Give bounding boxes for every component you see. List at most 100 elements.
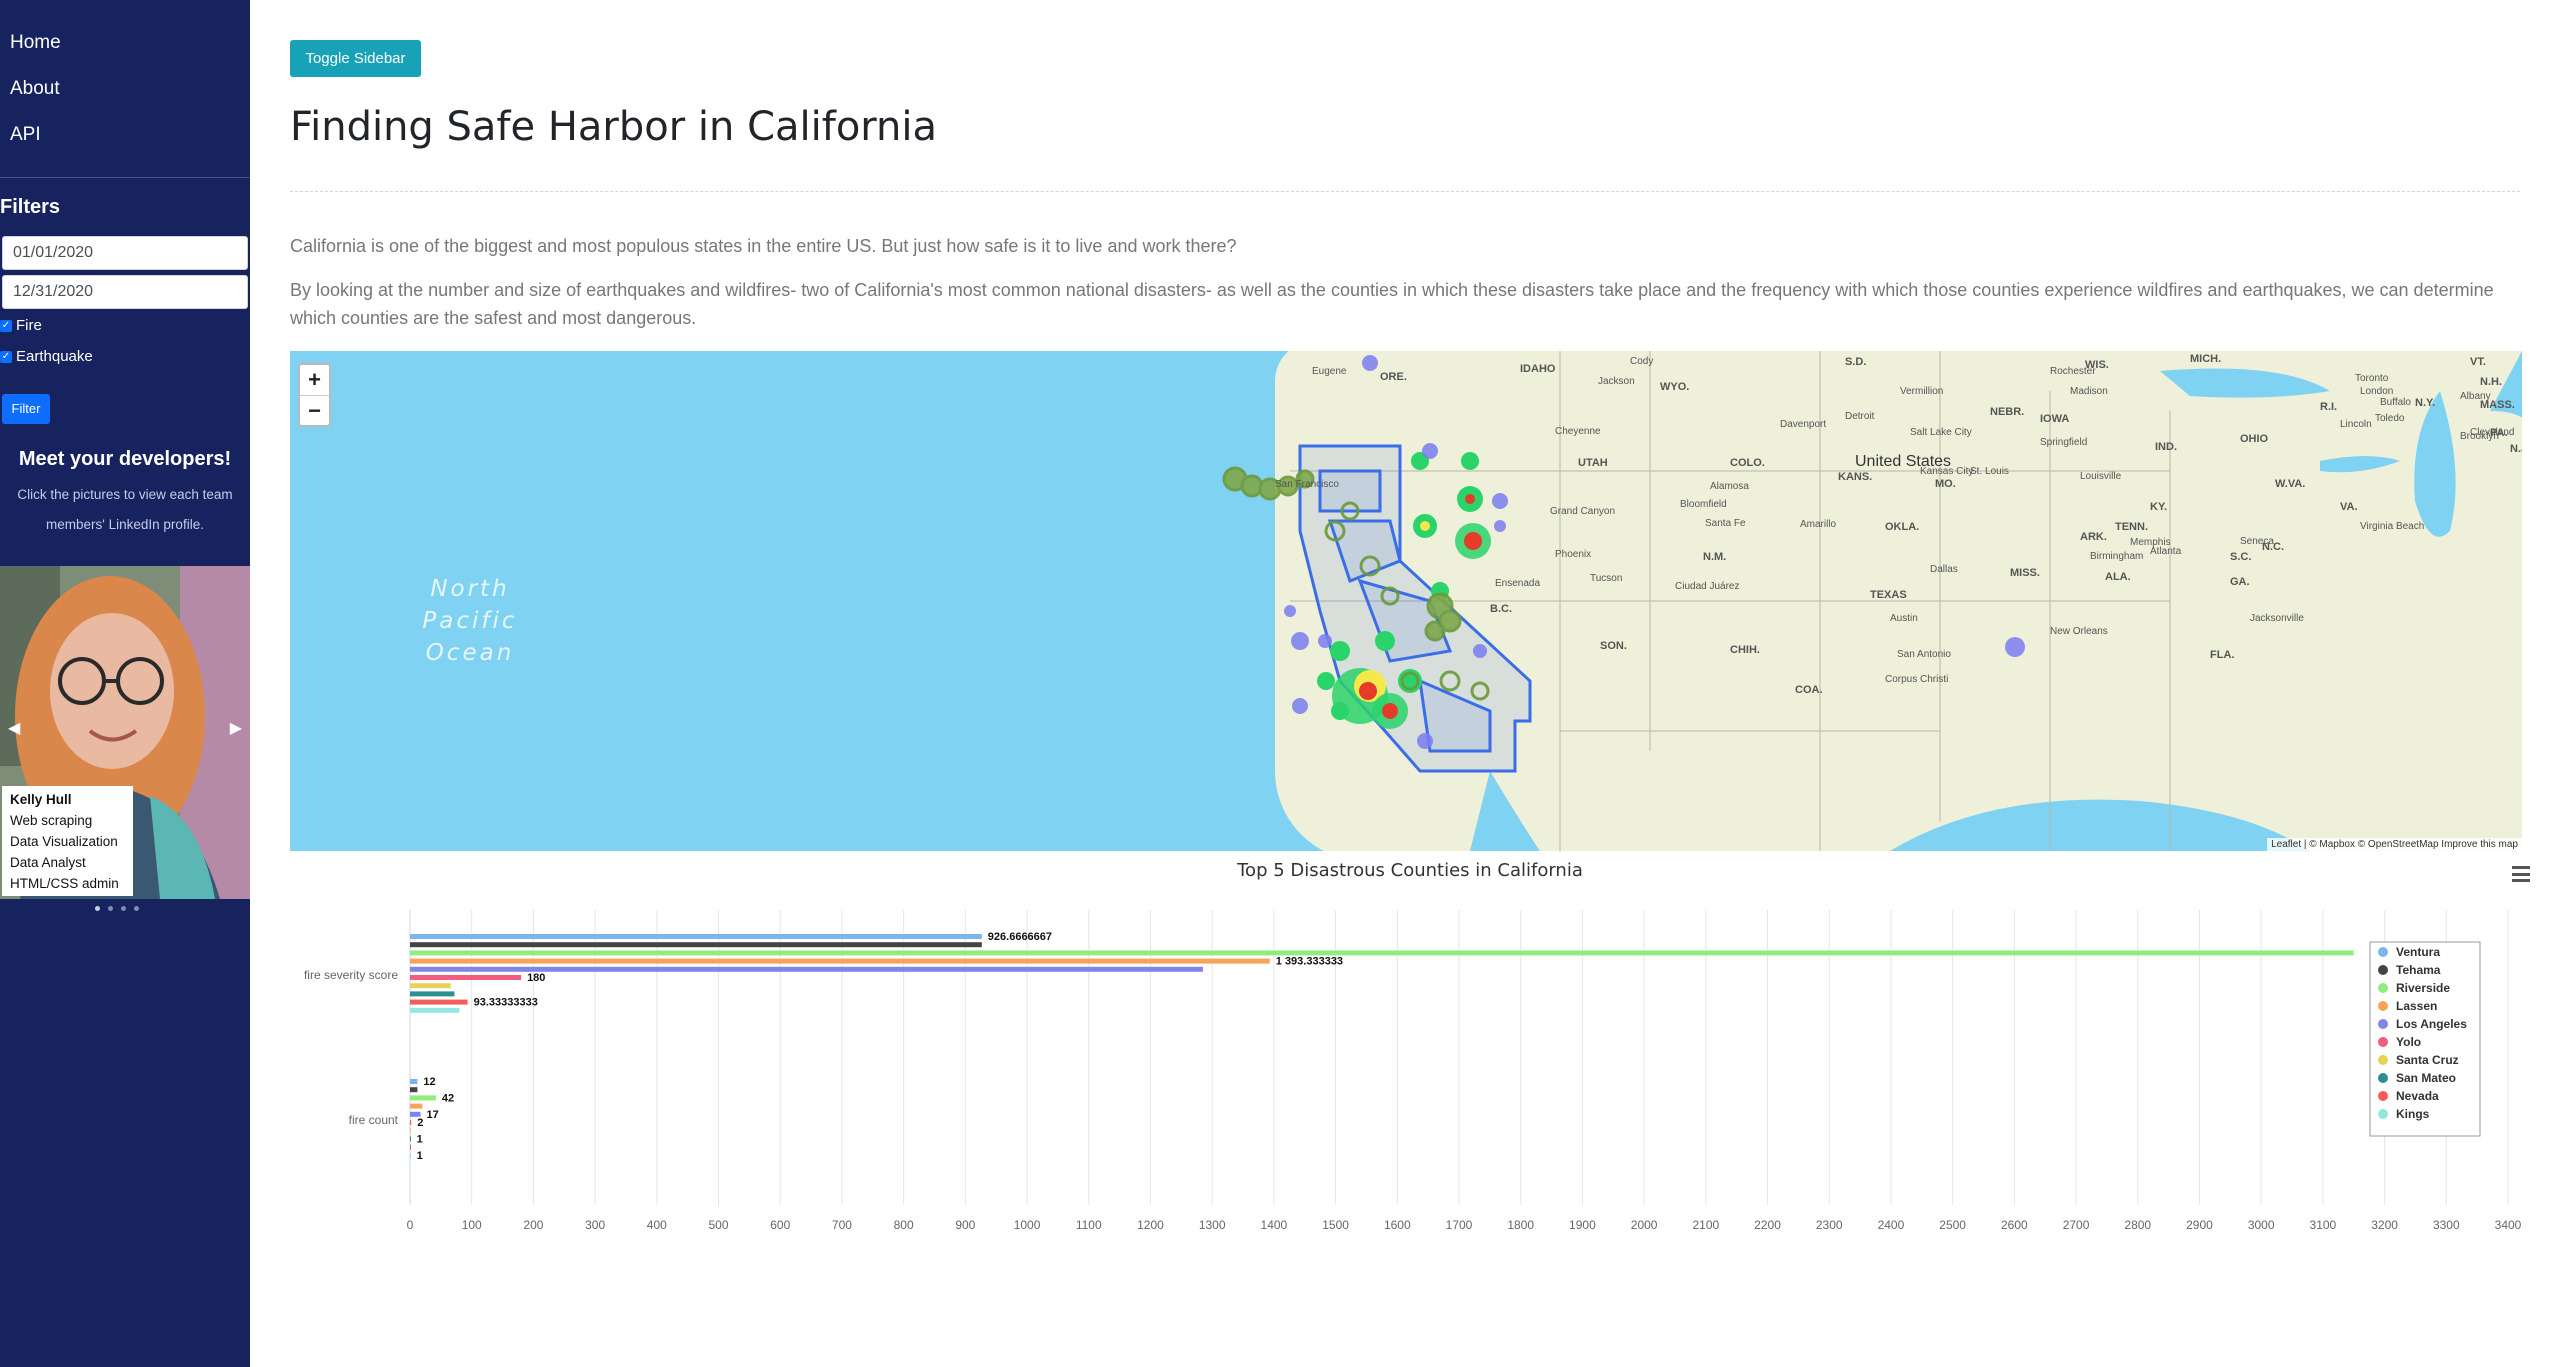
map-label: Toronto	[2355, 373, 2389, 384]
map-label: OKLA.	[1885, 521, 1920, 533]
x-tick-label: 2200	[1754, 1218, 1781, 1232]
map-label: Cheyenne	[1555, 426, 1601, 437]
carousel-indicator[interactable]	[134, 906, 139, 911]
x-tick-label: 2100	[1692, 1218, 1719, 1232]
map-label: VT.	[2470, 356, 2486, 368]
carousel-indicator[interactable]	[108, 906, 113, 911]
x-tick-label: 1600	[1384, 1218, 1411, 1232]
map-label: N.J.	[2510, 443, 2522, 455]
carousel-indicator[interactable]	[95, 906, 100, 911]
data-label: 2	[417, 1117, 423, 1129]
map-label: MICH.	[2190, 353, 2222, 365]
bar-yolo	[410, 975, 522, 980]
ocean-label-line: North	[430, 576, 510, 602]
x-tick-label: 3300	[2433, 1218, 2460, 1232]
x-tick-label: 1500	[1322, 1218, 1349, 1232]
map-label: Birmingham	[2090, 551, 2144, 562]
bar-san-mateo	[410, 1136, 411, 1142]
legend-item: Ventura	[2396, 945, 2440, 959]
legend-marker	[2378, 983, 2388, 993]
data-label: 42	[442, 1092, 454, 1104]
x-tick-label: 3400	[2495, 1218, 2522, 1232]
x-tick-label: 2900	[2186, 1218, 2213, 1232]
map-label: N.H.	[2480, 376, 2502, 388]
map-overlay	[1222, 351, 2522, 851]
developer-role: HTML/CSS admin	[10, 876, 119, 891]
zoom-out-button[interactable]: −	[300, 395, 329, 425]
map-label: Virginia Beach	[2360, 521, 2425, 532]
earthquake-checkbox[interactable]: ✓	[0, 350, 12, 363]
nav-home-link[interactable]: Home	[0, 20, 250, 66]
developer-role: Web scraping	[10, 813, 93, 828]
x-tick-label: 300	[585, 1218, 605, 1232]
map-label: MISS.	[2010, 567, 2040, 579]
earthquake-checkbox-label: Earthquake	[16, 348, 93, 365]
map-label: Bloomfield	[1680, 499, 1727, 510]
fire-checkbox[interactable]: ✓	[0, 319, 12, 332]
map-label: IDAHO	[1520, 363, 1556, 375]
x-tick-label: 1400	[1261, 1218, 1288, 1232]
disaster-map[interactable]: + − North Pacific Ocean IDAHO Eugene ORE. C…	[290, 351, 2522, 851]
map-label: MO.	[1935, 478, 1956, 490]
map-label: W.VA.	[2275, 478, 2306, 490]
bar-santa-cruz	[410, 1128, 411, 1134]
map-label: COLO.	[1730, 457, 1765, 469]
x-tick-label: 2500	[1939, 1218, 1966, 1232]
carousel-indicator[interactable]	[121, 906, 126, 911]
bar-kings	[410, 1007, 460, 1013]
x-tick-label: 1200	[1137, 1218, 1164, 1232]
x-tick-label: 2600	[2001, 1218, 2028, 1232]
nav-api-link[interactable]: API	[0, 112, 250, 158]
developer-role: Data Analyst	[10, 855, 86, 870]
map-label: Eugene	[1312, 366, 1347, 377]
legend-marker	[2378, 965, 2388, 975]
sidebar-divider	[0, 177, 250, 178]
map-label: Seneca	[2240, 536, 2274, 547]
ocean-label: North Pacific Ocean	[370, 573, 570, 669]
map-label: GA.	[2230, 576, 2250, 588]
map-label: Davenport	[1780, 419, 1827, 430]
legend-item: Yolo	[2396, 1035, 2421, 1049]
fire-checkbox-row[interactable]: ✓ Fire	[0, 317, 42, 334]
x-tick-label: 700	[832, 1218, 852, 1232]
map-label: KY.	[2150, 501, 2168, 513]
earthquake-checkbox-row[interactable]: ✓ Earthquake	[0, 348, 93, 365]
zoom-in-button[interactable]: +	[300, 365, 329, 395]
filters-title: Filters	[0, 196, 61, 218]
map-label: Ciudad Juárez	[1675, 581, 1740, 592]
map-label: MASS.	[2480, 399, 2515, 411]
map-label: Corpus Christi	[1885, 674, 1949, 685]
legend-marker	[2378, 1037, 2388, 1047]
map-label: Jackson	[1598, 376, 1635, 387]
developers-title: Meet your developers!	[18, 448, 232, 470]
toggle-sidebar-button[interactable]: Toggle Sidebar	[290, 40, 421, 77]
chart-plot: 0 100 200 300 400 500 600 700 800 900 1000 1100 1200…	[304, 910, 2522, 1232]
map-label: ALA.	[2105, 571, 2131, 583]
nav-about-link[interactable]: About	[0, 66, 250, 112]
map-label: VA.	[2340, 501, 2358, 513]
map-label: CHIH.	[1730, 644, 1760, 656]
filter-button[interactable]: Filter	[2, 394, 50, 424]
map-label: TENN.	[2115, 521, 2148, 533]
map-attribution[interactable]: Leaflet | © Mapbox © OpenStreetMap Impro…	[2267, 838, 2522, 851]
end-date-input[interactable]	[2, 275, 248, 309]
sidebar-nav: Home About API	[0, 0, 250, 158]
map-label: KANS.	[1838, 471, 1873, 483]
map-label: Amarillo	[1800, 519, 1837, 530]
carousel-prev-icon[interactable]: ◀	[8, 718, 20, 738]
carousel-next-icon[interactable]: ▶	[230, 718, 242, 738]
x-tick-label: 400	[647, 1218, 667, 1232]
bar-ventura	[410, 934, 982, 939]
map-label: S.D.	[1845, 356, 1867, 368]
map-label: San Francisco	[1275, 479, 1339, 490]
legend-marker	[2378, 1019, 2388, 1029]
legend-marker	[2378, 1091, 2388, 1101]
x-tick-label: 3200	[2371, 1218, 2398, 1232]
legend-item: Nevada	[2396, 1089, 2439, 1103]
start-date-input[interactable]	[2, 236, 248, 270]
map-label: IOWA	[2040, 413, 2070, 425]
map-label: Grand Canyon	[1550, 506, 1616, 517]
map-label: Detroit	[1845, 411, 1875, 422]
legend-item: Santa Cruz	[2396, 1053, 2459, 1067]
developers-description: Click the pictures to view each team mem…	[17, 487, 233, 532]
